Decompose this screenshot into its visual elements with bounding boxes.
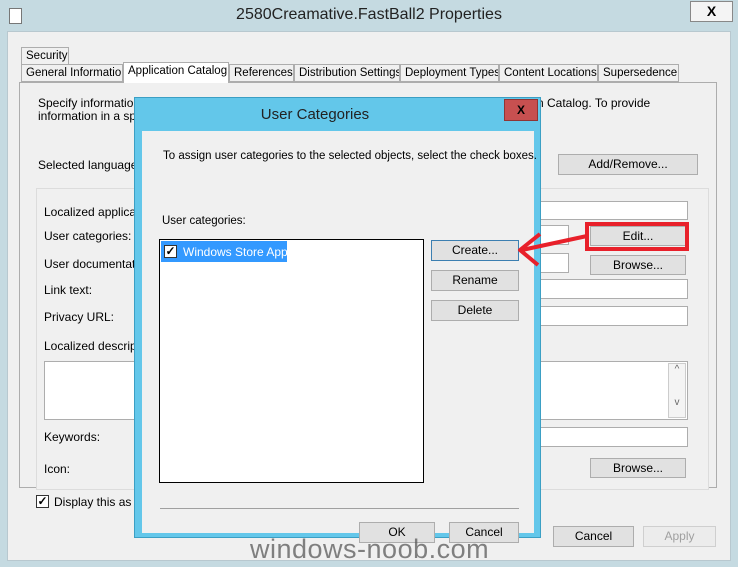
watermark: windows-noob.com (250, 534, 490, 564)
annotation-arrow (518, 232, 588, 267)
